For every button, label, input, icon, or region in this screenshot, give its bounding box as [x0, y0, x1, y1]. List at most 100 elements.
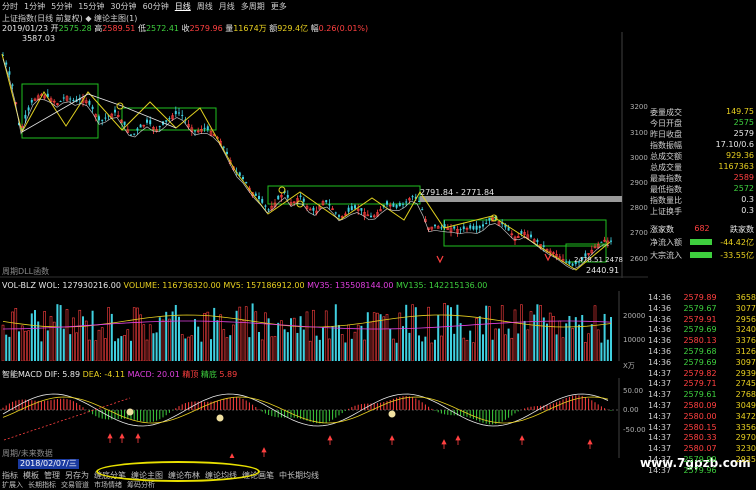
- volume-bar: [513, 309, 517, 361]
- period-tab-2[interactable]: 5分钟: [51, 1, 72, 12]
- volume-bar: [363, 339, 366, 361]
- candle-body: [418, 200, 420, 202]
- macd-chart[interactable]: [0, 378, 620, 458]
- candle-body: [98, 116, 100, 121]
- tick-volume: 2939: [735, 368, 756, 378]
- candle-body: [350, 206, 353, 211]
- volume-bar: [334, 304, 337, 361]
- volume-bar: [382, 316, 386, 361]
- sub-tab-3[interactable]: 市场情绪: [94, 480, 122, 490]
- candlestick-chart[interactable]: [0, 32, 648, 278]
- volume-bar: [372, 312, 376, 361]
- tick-time: 14:37: [648, 422, 672, 432]
- stat-value: 17.10/0.6: [715, 140, 754, 149]
- tick-row: 14:36 2579.68 3126: [648, 347, 756, 358]
- volume-bar: [248, 337, 251, 361]
- tick-time: 14:36: [648, 303, 672, 313]
- volume-bar: [331, 326, 334, 361]
- candle-body: [482, 224, 484, 227]
- volume-bar: [232, 324, 235, 361]
- main-ytick-0: 3200: [630, 103, 648, 111]
- volume-bar: [130, 340, 132, 361]
- buy-arrow-9: [519, 435, 525, 445]
- buy-arrow-10: [587, 439, 593, 449]
- flow-label: 大宗流入: [650, 251, 682, 260]
- sub-tab-2[interactable]: 交易管道: [61, 480, 89, 490]
- tick-price: 2579.61: [683, 390, 717, 400]
- volume-bar: [174, 304, 177, 361]
- high-marker-label: 3587.03: [22, 34, 56, 43]
- candle-body: [222, 146, 225, 148]
- volume-bar: [561, 337, 565, 361]
- signal-bag-icon-0: [126, 408, 134, 416]
- tick-row: 14:37 2579.71 2745: [648, 379, 756, 390]
- stat-label: 今日开盘: [650, 119, 682, 128]
- buy-arrow-6: [389, 435, 395, 445]
- volume-bar: [210, 339, 212, 361]
- candle-body: [114, 109, 116, 113]
- volume-bar: [165, 311, 168, 361]
- tick-time: 14:37: [648, 433, 672, 443]
- candle-body: [565, 261, 568, 263]
- stat-row-9: 上证换手 0.3: [650, 206, 754, 217]
- period-tab-6[interactable]: 日线: [175, 1, 191, 12]
- volume-bar: [148, 324, 152, 361]
- vol-unit: X万: [623, 362, 635, 370]
- stat-row-5: 总成交量 1167363: [650, 162, 754, 173]
- signal-bag-icon-2: [388, 410, 396, 418]
- tick-list[interactable]: 14:36 2579.89 3658 14:36 2579.67 3077 14:36 257…: [648, 293, 756, 477]
- sub-tab-4[interactable]: 筹码分析: [127, 480, 155, 490]
- tick-row: 14:36 2579.89 3658: [648, 293, 756, 304]
- tick-volume: 3376: [735, 336, 756, 346]
- volume-bar: [11, 311, 14, 361]
- volume-bar: [600, 342, 603, 361]
- volume-bar: [49, 316, 53, 361]
- candle-body: [312, 207, 315, 211]
- period-tab-1[interactable]: 1分钟: [24, 1, 45, 12]
- candle-body: [478, 226, 481, 229]
- stat-row-3: 指数振幅 17.10/0.6: [650, 140, 754, 151]
- volume-bar: [200, 341, 203, 361]
- volume-bar: [290, 318, 292, 361]
- volume-bar: [510, 337, 514, 361]
- period-tab-0[interactable]: 分时: [2, 1, 18, 12]
- volume-bar: [318, 339, 321, 361]
- volume-bar: [405, 304, 408, 361]
- period-tab-3[interactable]: 15分钟: [78, 1, 104, 12]
- candle-body: [72, 100, 75, 102]
- volume-chart[interactable]: [0, 291, 620, 361]
- main-ytick-6: 2600: [630, 255, 648, 263]
- volume-bar: [587, 333, 590, 361]
- period-tab-8[interactable]: 月线: [219, 1, 235, 12]
- volume-bar: [500, 305, 504, 361]
- pivot-marker-1: [278, 186, 286, 194]
- stat-label: 指数量比: [650, 196, 682, 205]
- volume-bar: [596, 329, 600, 361]
- volume-bar: [46, 330, 49, 361]
- volume-bar: [462, 337, 466, 361]
- period-tab-5[interactable]: 60分钟: [143, 1, 169, 12]
- sub-tab-1[interactable]: 长期指标: [28, 480, 56, 490]
- tick-volume: 3097: [735, 357, 756, 367]
- candle-body: [488, 217, 491, 221]
- period-tab-4[interactable]: 30分钟: [110, 1, 136, 12]
- sub-tab-0[interactable]: 扩展入: [2, 480, 23, 490]
- tick-price: 2579.99: [683, 454, 717, 464]
- stat-label: 总成交额: [650, 152, 682, 161]
- candle-body: [62, 97, 65, 99]
- volume-bar: [104, 338, 107, 361]
- candle-body: [469, 225, 472, 229]
- volume-bar: [606, 339, 609, 361]
- volume-bar: [264, 312, 267, 361]
- volume-bar: [430, 342, 434, 361]
- volume-bar: [478, 316, 481, 361]
- stat-row-6: 最高指数 2589: [650, 173, 754, 184]
- indicator-tab-9[interactable]: 中长期均线: [279, 470, 319, 481]
- volume-bar: [216, 320, 219, 361]
- period-tab-10[interactable]: 更多: [271, 1, 287, 12]
- period-tab-7[interactable]: 周线: [197, 1, 213, 12]
- vol-header-item-1: WOL: 127930216.00: [38, 281, 124, 290]
- volume-bar: [197, 326, 200, 361]
- volume-bar: [126, 329, 130, 361]
- period-tab-9[interactable]: 多周期: [241, 1, 265, 12]
